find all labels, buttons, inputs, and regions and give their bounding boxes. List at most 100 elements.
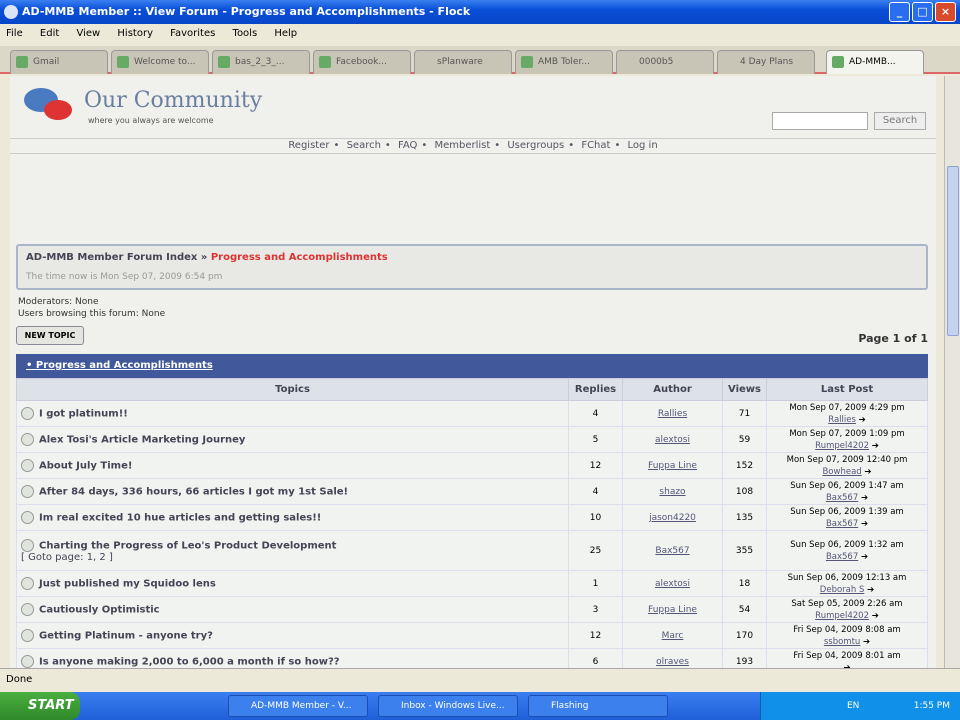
taskbar-item[interactable]: AD-MMB Member - V... [228, 695, 368, 717]
author-link[interactable]: Marc [622, 622, 723, 649]
nav-usergroups[interactable]: Usergroups [507, 140, 564, 151]
view-latest-post-icon[interactable]: ➔ [864, 467, 871, 477]
topic-status-icon [21, 577, 34, 590]
browser-tab[interactable]: Gmail [10, 50, 108, 74]
nav-search[interactable]: Search [347, 140, 381, 151]
menu-edit[interactable]: Edit [40, 28, 59, 39]
view-latest-post-icon[interactable]: ➔ [867, 585, 874, 595]
nav-register[interactable]: Register [288, 140, 329, 151]
author-link[interactable]: Rallies [622, 400, 723, 427]
minimize-button[interactable]: _ [889, 2, 910, 22]
goto-page-links[interactable]: [ Goto page: 1, 2 ] [21, 552, 113, 563]
taskbar-item[interactable]: Inbox - Windows Live... [378, 695, 518, 717]
view-latest-post-icon[interactable]: ➔ [861, 552, 868, 562]
favicon-icon [832, 56, 844, 68]
replies-count: 3 [568, 596, 623, 623]
topic-title-link[interactable]: Just published my Squidoo lens [39, 579, 216, 590]
last-post-user[interactable]: Rumpel4202 [815, 441, 869, 451]
last-post-user[interactable]: Bax567 [826, 493, 858, 503]
author-link[interactable]: Fuppa Line [622, 596, 723, 623]
browser-tab[interactable]: Welcome to... [111, 50, 209, 74]
author-link[interactable]: alextosi [622, 426, 723, 453]
topic-status-icon [21, 538, 34, 552]
last-post-user[interactable]: Deborah S [820, 585, 865, 595]
author-link[interactable]: Fuppa Line [622, 452, 723, 479]
nav-faq[interactable]: FAQ [398, 140, 417, 151]
last-post-date: Sun Sep 06, 2009 1:39 am [790, 506, 904, 517]
browser-tab[interactable]: bas_2_3_... [212, 50, 310, 74]
view-latest-post-icon[interactable]: ➔ [861, 493, 868, 503]
new-topic-button[interactable]: NEW TOPIC [16, 326, 84, 345]
page-content: Our Community where you always are welco… [10, 76, 936, 668]
view-latest-post-icon[interactable]: ➔ [872, 611, 879, 621]
browser-tab[interactable]: AMB Toler... [515, 50, 613, 74]
replies-count: 10 [568, 504, 623, 531]
clock: 1:55 PM [913, 701, 950, 711]
start-button[interactable]: START [0, 692, 80, 720]
topic-title-link[interactable]: Is anyone making 2,000 to 6,000 a month … [39, 657, 340, 668]
close-button[interactable]: × [935, 2, 956, 22]
topic-title-link[interactable]: I got platinum!! [39, 409, 128, 420]
nav-memberlist[interactable]: Memberlist [434, 140, 490, 151]
topic-title-link[interactable]: After 84 days, 336 hours, 66 articles I … [39, 487, 348, 498]
language-indicator[interactable]: EN [847, 701, 859, 711]
browser-tab[interactable]: 0000b5 [616, 50, 714, 74]
author-link[interactable]: Bax567 [622, 530, 723, 571]
scrollbar-thumb[interactable] [947, 166, 959, 336]
last-post-user[interactable]: ssbomtu [824, 637, 860, 647]
last-post-user[interactable]: Bax567 [826, 552, 858, 562]
menu-history[interactable]: History [117, 28, 153, 39]
status-bar: Done [0, 668, 960, 692]
breadcrumb-index[interactable]: AD-MMB Member Forum Index [26, 252, 197, 263]
author-link[interactable]: alextosi [622, 570, 723, 597]
maximize-button[interactable]: □ [912, 2, 933, 22]
view-latest-post-icon[interactable]: ➔ [859, 415, 866, 425]
nav-login[interactable]: Log in [628, 140, 658, 151]
author-link[interactable]: jason4220 [622, 504, 723, 531]
site-title: Our Community [84, 88, 263, 113]
table-row: Im real excited 10 hue articles and gett… [16, 504, 928, 531]
menu-favorites[interactable]: Favorites [170, 28, 215, 39]
author-link[interactable]: shazo [622, 478, 723, 505]
vertical-scrollbar[interactable] [944, 76, 960, 668]
topic-status-icon [21, 433, 34, 446]
taskbar-item[interactable]: Flashing [528, 695, 668, 717]
view-latest-post-icon[interactable]: ➔ [872, 441, 879, 451]
menu-view[interactable]: View [76, 28, 100, 39]
chat-bubble-icon [44, 100, 72, 120]
topic-cell: I got platinum!! [16, 400, 569, 427]
topic-title-link[interactable]: Charting the Progress of Leo's Product D… [39, 540, 336, 551]
author-link[interactable]: olraves [622, 648, 723, 668]
topic-title-link[interactable]: About July Time! [39, 461, 132, 472]
col-author: Author [622, 378, 723, 401]
last-post-user[interactable]: Rallies [828, 415, 856, 425]
table-row: Is anyone making 2,000 to 6,000 a month … [16, 648, 928, 668]
browser-tab[interactable]: sPlanware [414, 50, 512, 74]
view-latest-post-icon[interactable]: ➔ [861, 519, 868, 529]
topic-title-link[interactable]: Getting Platinum - anyone try? [39, 631, 213, 642]
topic-title-link[interactable]: Alex Tosi's Article Marketing Journey [39, 435, 245, 446]
breadcrumb-current[interactable]: Progress and Accomplishments [211, 252, 388, 263]
topic-title-link[interactable]: Im real excited 10 hue articles and gett… [39, 513, 321, 524]
topic-title-link[interactable]: Cautiously Optimistic [39, 605, 160, 616]
nav-fchat[interactable]: FChat [581, 140, 610, 151]
menu-tools[interactable]: Tools [233, 28, 258, 39]
topic-status-icon [21, 629, 34, 642]
search-input[interactable] [772, 112, 868, 130]
view-latest-post-icon[interactable]: ➔ [863, 637, 870, 647]
site-tagline: where you always are welcome [88, 116, 214, 125]
browser-tab-active[interactable]: AD-MMB... [826, 50, 924, 74]
views-count: 170 [722, 622, 767, 649]
last-post-date: Mon Sep 07, 2009 4:29 pm [789, 402, 905, 413]
browser-tab[interactable]: Facebook... [313, 50, 411, 74]
search-button[interactable]: Search [874, 112, 926, 130]
last-post-user[interactable]: Bowhead [822, 467, 861, 477]
breadcrumb: AD-MMB Member Forum Index » Progress and… [26, 252, 388, 263]
table-row: After 84 days, 336 hours, 66 articles I … [16, 478, 928, 505]
last-post-user[interactable]: Rumpel4202 [815, 611, 869, 621]
browser-tab[interactable]: 4 Day Plans [717, 50, 815, 74]
menu-file[interactable]: File [6, 28, 23, 39]
last-post-user[interactable]: Bax567 [826, 519, 858, 529]
forum-header[interactable]: • Progress and Accomplishments [16, 354, 928, 378]
menu-help[interactable]: Help [274, 28, 297, 39]
